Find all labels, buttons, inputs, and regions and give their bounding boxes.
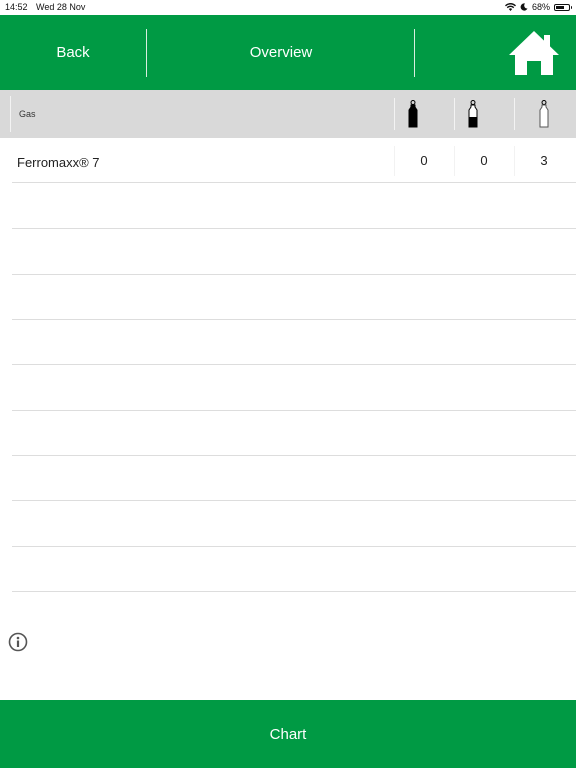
column-divider — [10, 96, 11, 132]
count-full: 0 — [420, 153, 428, 168]
column-divider — [454, 98, 455, 130]
home-icon — [509, 30, 559, 75]
empty-row-divider — [12, 274, 576, 275]
gas-name: Ferromaxx® 7 — [17, 155, 100, 170]
back-button[interactable]: Back — [0, 15, 146, 90]
header-divider — [414, 29, 415, 77]
status-time-date: 14:52 Wed 28 Nov — [5, 2, 85, 12]
cylinder-half-icon — [468, 100, 478, 128]
cylinder-full-icon — [408, 100, 418, 128]
page-title: Overview — [249, 44, 313, 61]
battery-level-fill — [556, 5, 565, 9]
cylinder-empty-icon — [539, 100, 549, 128]
column-divider — [514, 98, 515, 130]
empty-row-divider — [12, 319, 576, 320]
empty-row-divider — [12, 410, 576, 411]
table-header: Gas — [0, 90, 576, 138]
moon-icon — [520, 3, 528, 11]
empty-row-divider — [12, 500, 576, 501]
status-indicators: 68% — [504, 2, 572, 12]
gas-column-header: Gas — [19, 109, 36, 119]
cell-divider — [514, 146, 515, 176]
count-empty: 3 — [540, 153, 548, 168]
battery-percent: 68% — [531, 2, 550, 12]
empty-row-divider — [12, 546, 576, 547]
table-row[interactable]: Ferromaxx® 7 0 0 3 — [12, 138, 576, 183]
chart-button[interactable]: Chart — [0, 700, 576, 768]
empty-row-divider — [12, 591, 576, 592]
cell-divider — [394, 146, 395, 176]
status-bar: 14:52 Wed 28 Nov 68% — [0, 0, 576, 15]
empty-row-divider — [12, 455, 576, 456]
status-time: 14:52 — [5, 2, 28, 12]
battery-icon — [554, 3, 572, 11]
empty-row-divider — [12, 364, 576, 365]
cell-divider — [454, 146, 455, 176]
empty-row-divider — [12, 228, 576, 229]
status-date: Wed 28 Nov — [36, 2, 86, 12]
count-half: 0 — [480, 153, 488, 168]
wifi-icon — [504, 3, 516, 11]
column-divider — [394, 98, 395, 130]
header-bar: Back Overview — [0, 15, 576, 90]
info-icon[interactable] — [8, 632, 28, 652]
home-button[interactable] — [416, 15, 576, 90]
